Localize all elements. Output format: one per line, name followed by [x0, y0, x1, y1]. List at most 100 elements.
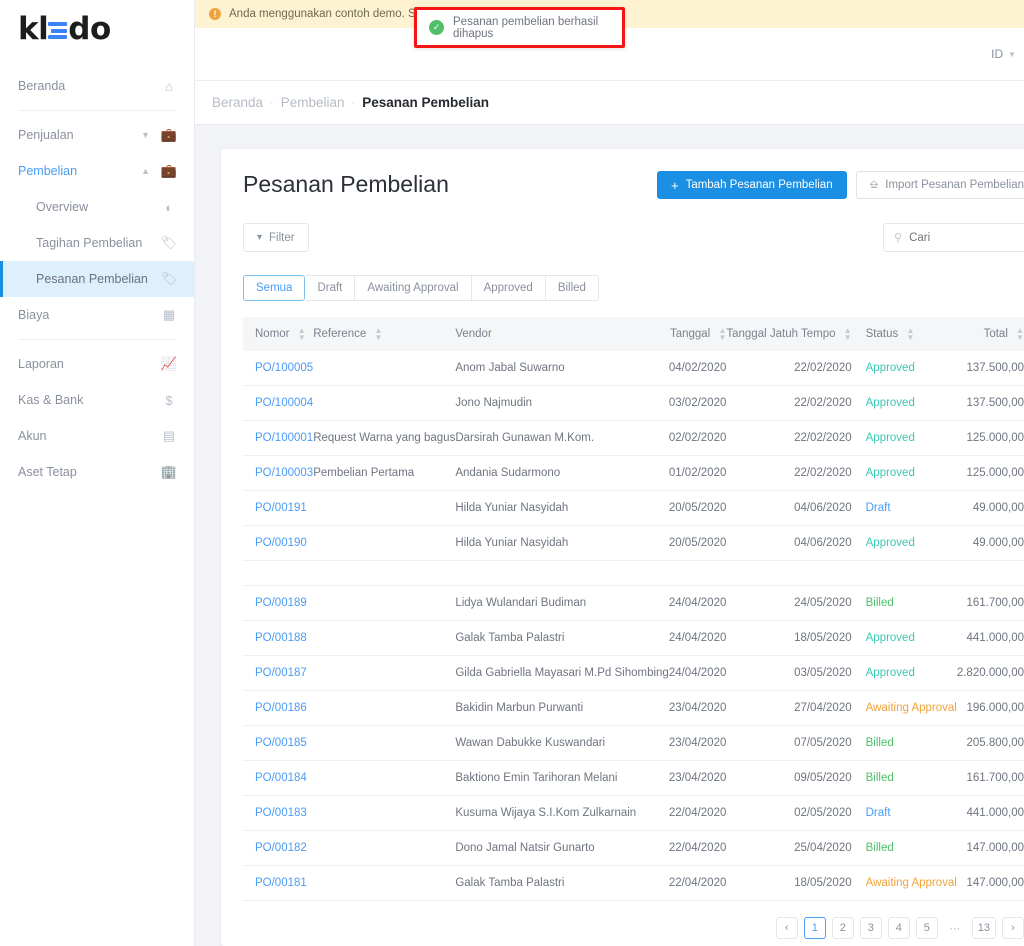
tab-awaiting-approval[interactable]: Awaiting Approval: [355, 275, 472, 301]
add-purchase-order-button[interactable]: + Tambah Pesanan Pembelian: [656, 171, 847, 199]
purchase-order-link[interactable]: PO/100004: [255, 397, 313, 409]
tab-approved[interactable]: Approved: [471, 275, 546, 301]
cell-nomor[interactable]: PO/00185: [243, 725, 314, 761]
sidebar-item-pesanan-pembelian[interactable]: Pesanan Pembelian 🏷: [0, 261, 194, 297]
search-input[interactable]: [909, 231, 1024, 244]
cell-nomor[interactable]: PO/00190: [243, 525, 314, 561]
sidebar-item-kas-bank[interactable]: Kas & Bank $: [0, 382, 194, 418]
column-header-status[interactable]: Status ▲ ▼: [865, 317, 957, 351]
purchase-order-link[interactable]: PO/00186: [255, 702, 307, 714]
filter-button[interactable]: ▾ Filter: [243, 223, 309, 252]
purchase-order-link[interactable]: PO/00182: [255, 842, 307, 854]
cell-reference: [313, 525, 456, 561]
cell-nomor[interactable]: PO/00187: [243, 655, 314, 691]
sidebar-item-akun[interactable]: Akun ▤: [0, 418, 194, 454]
cell-nomor[interactable]: PO/00182: [243, 830, 314, 866]
cell-nomor[interactable]: PO/00184: [243, 760, 314, 796]
purchase-order-link[interactable]: PO/00189: [255, 597, 307, 609]
cell-tanggal: 23/04/2020: [668, 690, 727, 726]
table-row[interactable]: PO/00182 Dono Jamal Natsir Gunarto 22/04/2…: [243, 830, 1024, 866]
column-header-reference[interactable]: Reference ▲ ▼: [313, 317, 456, 351]
pagination-next[interactable]: ›: [1002, 917, 1024, 939]
sidebar-item-overview[interactable]: Overview ◐: [0, 189, 194, 225]
cell-nomor[interactable]: PO/100003: [243, 455, 314, 491]
brand-logo[interactable]: kl do: [0, 0, 194, 58]
purchase-order-link[interactable]: PO/100001: [255, 432, 313, 444]
cell-nomor[interactable]: PO/00186: [243, 690, 314, 726]
tab-billed[interactable]: Billed: [545, 275, 599, 301]
breadcrumb-item-pembelian[interactable]: Pembelian: [281, 95, 345, 110]
pagination-prev[interactable]: ‹: [775, 917, 798, 939]
sidebar-item-beranda[interactable]: Beranda ⌂: [0, 68, 194, 104]
cell-nomor[interactable]: PO/100001: [243, 420, 314, 456]
table-row[interactable]: PO/00181 Galak Tamba Palastri 22/04/2020 18…: [243, 865, 1024, 901]
status-badge: Approved: [865, 362, 915, 374]
pagination-page-4[interactable]: 4: [887, 917, 910, 939]
purchase-order-link[interactable]: PO/100005: [255, 362, 313, 374]
table-row[interactable]: PO/100004 Jono Najmudin 03/02/2020 22/02/20…: [243, 385, 1024, 421]
purchase-order-link[interactable]: PO/00187: [255, 667, 307, 679]
table-row[interactable]: PO/100001 Request Warna yang bagus Darsira…: [243, 420, 1024, 456]
cell-tanggal: 24/04/2020: [668, 585, 727, 621]
sidebar-item-penjualan[interactable]: Penjualan ▼ 💼: [0, 117, 194, 153]
column-label: Status: [865, 328, 899, 341]
import-purchase-order-button[interactable]: ⎒ Import Pesanan Pembelian: [855, 171, 1024, 199]
purchase-order-link[interactable]: PO/00183: [255, 807, 307, 819]
cell-nomor[interactable]: PO/00191: [243, 490, 314, 526]
table-row[interactable]: PO/00184 Baktiono Emin Tarihoran Melani 23…: [243, 760, 1024, 796]
cell-tanggal-jatuh-tempo: 09/05/2020: [726, 760, 866, 796]
table-row[interactable]: PO/00191 Hilda Yuniar Nasyidah 20/05/2020 0…: [243, 490, 1024, 526]
table-row[interactable]: PO/00185 Wawan Dabukke Kuswandari 23/04/20…: [243, 725, 1024, 761]
purchase-order-link[interactable]: PO/00181: [255, 877, 307, 889]
sidebar-item-biaya[interactable]: Biaya ▦: [0, 297, 194, 333]
search-icon: ⚲: [894, 232, 903, 244]
toast-notification[interactable]: ✓ Pesanan pembelian berhasil dihapus: [414, 7, 625, 48]
purchase-order-link[interactable]: PO/100003: [255, 467, 313, 479]
pagination-page-5[interactable]: 5: [915, 917, 938, 939]
column-header-nomor[interactable]: Nomor ▲ ▼: [243, 317, 314, 351]
table-row[interactable]: PO/00190 Hilda Yuniar Nasyidah 20/05/2020 0…: [243, 525, 1024, 561]
breadcrumb-item-beranda[interactable]: Beranda: [212, 95, 263, 110]
pagination-page-1[interactable]: 1: [803, 917, 826, 939]
tab-draft[interactable]: Draft: [305, 275, 356, 301]
table-body: PO/100005 Anom Jabal Suwarno 04/02/2020 22/…: [243, 351, 1024, 901]
column-header-total[interactable]: Total ▲ ▼: [956, 317, 1024, 351]
table-row[interactable]: PO/00183 Kusuma Wijaya S.I.Kom Zulkarnain…: [243, 795, 1024, 831]
table-row[interactable]: PO/00187 Gilda Gabriella Mayasari M.Pd Si…: [243, 655, 1024, 691]
cell-vendor: Hilda Yuniar Nasyidah: [455, 525, 669, 561]
cell-status: Approved: [865, 655, 957, 691]
status-badge: Billed: [865, 772, 894, 784]
pagination-page-last[interactable]: 13: [971, 917, 996, 939]
cell-nomor[interactable]: PO/00183: [243, 795, 314, 831]
search-box[interactable]: ⚲: [883, 223, 1024, 252]
sidebar-item-aset-tetap[interactable]: Aset Tetap 🏢: [0, 454, 194, 490]
cell-nomor[interactable]: PO/00189: [243, 585, 314, 621]
table-row[interactable]: PO/100003 Pembelian Pertama Andania Sudarm…: [243, 455, 1024, 491]
purchase-order-link[interactable]: PO/00191: [255, 502, 307, 514]
tab-semua[interactable]: Semua: [243, 275, 306, 301]
table-row[interactable]: PO/100005 Anom Jabal Suwarno 04/02/2020 22/…: [243, 351, 1024, 386]
cell-tanggal: 24/04/2020: [668, 655, 727, 691]
column-header-vendor[interactable]: Vendor: [455, 317, 669, 351]
table-row[interactable]: PO/00189 Lidya Wulandari Budiman 24/04/202…: [243, 585, 1024, 621]
table-row[interactable]: PO/00186 Bakidin Marbun Purwanti 23/04/202…: [243, 690, 1024, 726]
column-header-tanggal-jatuh-tempo[interactable]: Tanggal Jatuh Tempo ▲ ▼: [726, 317, 866, 351]
purchase-order-link[interactable]: PO/00190: [255, 537, 307, 549]
purchase-order-link[interactable]: PO/00188: [255, 632, 307, 644]
sidebar-item-label: Aset Tetap: [18, 465, 77, 479]
language-selector[interactable]: ID ▼: [991, 47, 1016, 61]
cell-nomor[interactable]: PO/100005: [243, 351, 314, 386]
sidebar-item-pembelian[interactable]: Pembelian ▲ 💼: [0, 153, 194, 189]
cell-nomor[interactable]: PO/100004: [243, 385, 314, 421]
purchase-order-link[interactable]: PO/00184: [255, 772, 307, 784]
cell-nomor[interactable]: PO/00181: [243, 865, 314, 901]
sidebar-item-tagihan-pembelian[interactable]: Tagihan Pembelian 🏷: [0, 225, 194, 261]
column-header-tanggal[interactable]: Tanggal ▲ ▼: [668, 317, 727, 351]
sidebar-item-laporan[interactable]: Laporan 📈: [0, 346, 194, 382]
pagination-page-2[interactable]: 2: [831, 917, 854, 939]
tab-label: Awaiting Approval: [367, 282, 459, 294]
pagination-page-3[interactable]: 3: [859, 917, 882, 939]
table-row[interactable]: PO/00188 Galak Tamba Palastri 24/04/2020 18…: [243, 620, 1024, 656]
purchase-order-link[interactable]: PO/00185: [255, 737, 307, 749]
cell-nomor[interactable]: PO/00188: [243, 620, 314, 656]
